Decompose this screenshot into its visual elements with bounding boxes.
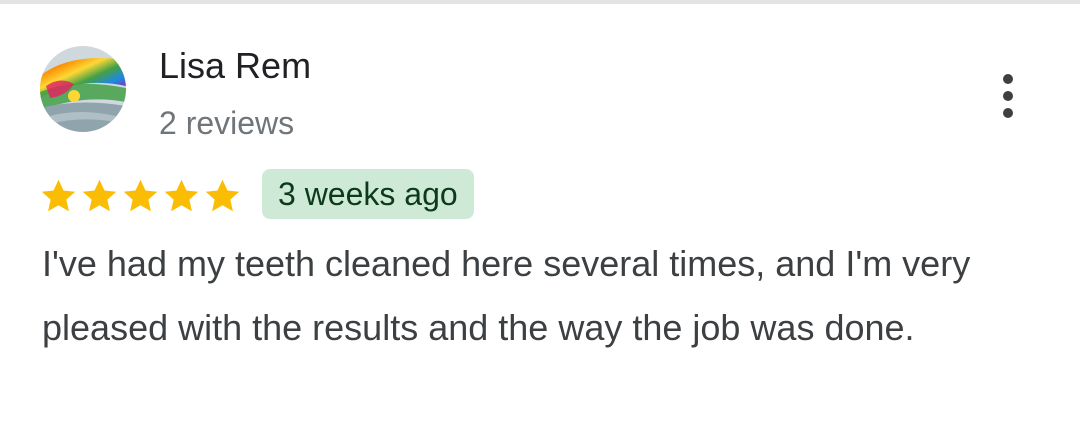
- reviewer-review-count: 2 reviews: [159, 105, 295, 141]
- star-icon: [164, 179, 199, 211]
- reviewer-avatar[interactable]: [40, 46, 126, 132]
- review-card: Lisa Rem 2 reviews 3 weeks ago I've had …: [0, 4, 1080, 443]
- rainbow-landscape-avatar-icon: [40, 46, 126, 132]
- review-time-badge: 3 weeks ago: [262, 169, 474, 219]
- star-icon: [205, 179, 240, 211]
- star-icon: [123, 179, 158, 211]
- more-vert-icon: [1003, 74, 1013, 118]
- more-options-button[interactable]: [984, 64, 1032, 128]
- star-icon: [82, 179, 117, 211]
- star-rating: [38, 174, 243, 218]
- reviewer-name[interactable]: Lisa Rem: [159, 42, 311, 90]
- review-text: I've had my teeth cleaned here several t…: [42, 243, 971, 348]
- star-icon: [41, 179, 76, 211]
